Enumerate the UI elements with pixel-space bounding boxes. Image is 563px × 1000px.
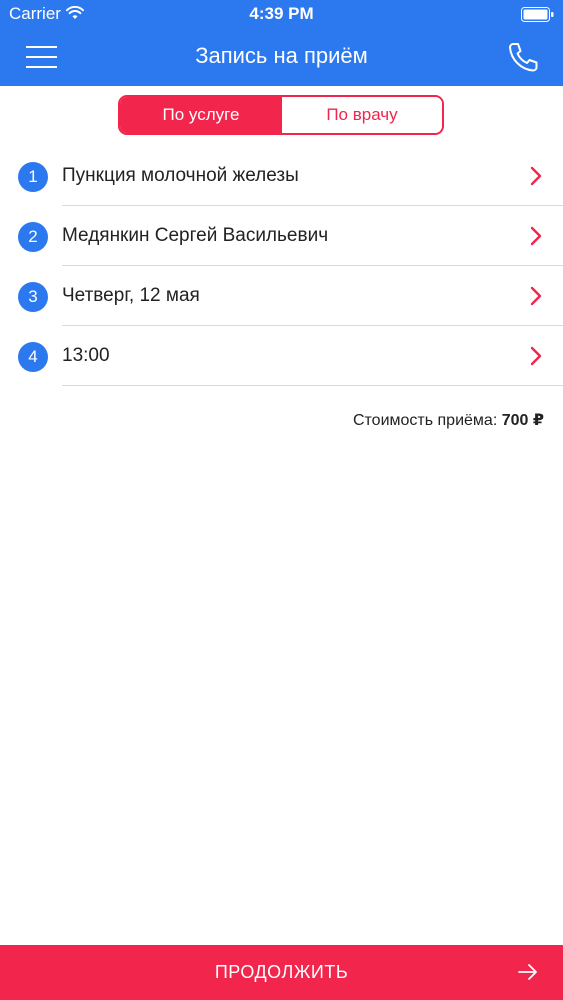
status-bar: Carrier 4:39 PM <box>0 0 563 28</box>
step-row-doctor[interactable]: 2 Медянкин Сергей Васильевич <box>0 206 563 266</box>
continue-button[interactable]: ПРОДОЛЖИТЬ <box>0 945 563 1000</box>
phone-icon <box>509 43 538 72</box>
status-time: 4:39 PM <box>249 4 314 23</box>
call-button[interactable] <box>505 40 541 74</box>
booking-mode-segmented-control: По услуге По врачу <box>118 95 444 135</box>
step-row-time[interactable]: 4 13:00 <box>0 326 563 386</box>
booking-steps-list: 1 Пункция молочной железы 2 Медянкин Сер… <box>0 146 563 386</box>
step-row-date[interactable]: 3 Четверг, 12 мая <box>0 266 563 326</box>
appointment-screen: Carrier 4:39 PM Запись на приём По услуг… <box>0 0 563 1000</box>
chevron-right-icon <box>530 286 542 306</box>
chevron-right-icon <box>530 166 542 186</box>
step-number-badge: 1 <box>18 162 48 192</box>
step-number-badge: 3 <box>18 282 48 312</box>
step-number-badge: 2 <box>18 222 48 252</box>
step-number-badge: 4 <box>18 342 48 372</box>
segment-by-service[interactable]: По услуге <box>120 97 282 133</box>
appointment-price: Стоимость приёма: 700 ₽ <box>353 410 544 430</box>
step-label: Пункция молочной железы <box>62 165 299 186</box>
chevron-right-icon <box>530 346 542 366</box>
segment-by-doctor[interactable]: По врачу <box>282 97 442 133</box>
step-label: 13:00 <box>62 345 110 366</box>
arrow-right-icon <box>518 964 537 980</box>
chevron-right-icon <box>530 226 542 246</box>
nav-bar: Запись на приём <box>0 28 563 86</box>
step-row-service[interactable]: 1 Пункция молочной железы <box>0 146 563 206</box>
price-label: Стоимость приёма: <box>352 412 498 429</box>
price-value: 700 ₽ <box>501 412 544 429</box>
page-title: Запись на приём <box>195 43 368 68</box>
battery-icon <box>521 7 554 22</box>
divider <box>62 385 563 386</box>
continue-button-label: ПРОДОЛЖИТЬ <box>214 962 349 982</box>
step-label: Четверг, 12 мая <box>62 285 200 306</box>
step-label: Медянкин Сергей Васильевич <box>62 225 329 246</box>
